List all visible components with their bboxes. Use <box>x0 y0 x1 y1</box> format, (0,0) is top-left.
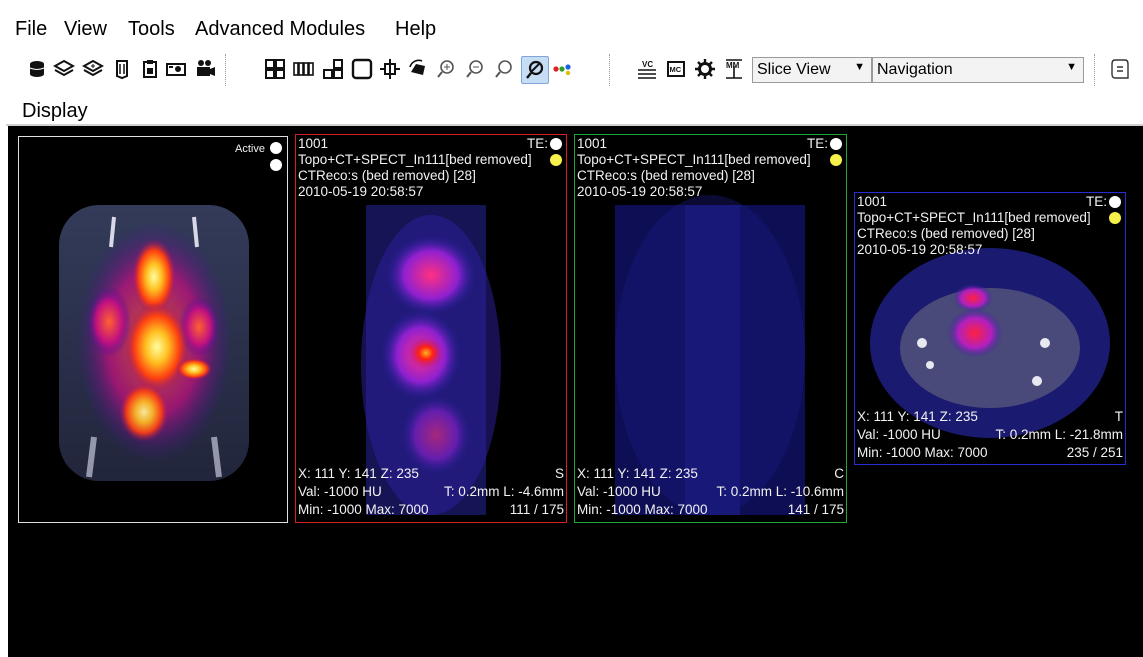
window-minmax: Min: -1000 Max: 7000 <box>857 445 988 460</box>
slice-thickness: T: 0.2mm L: -4.6mm <box>443 484 564 499</box>
mm-measure-icon[interactable]: MM <box>722 57 746 81</box>
navigation-select[interactable]: Navigation ▼ <box>872 57 1084 83</box>
3d-render-panel[interactable]: Active <box>18 136 288 523</box>
visibility-indicator-dot[interactable] <box>550 154 562 166</box>
patient-id: 1001 <box>577 136 608 151</box>
toolbar: VC MC MM Slice View ▼ Navigation ▼ <box>0 48 1143 92</box>
orientation-label: S <box>554 466 564 481</box>
series-name: Topo+CT+SPECT_In111[bed removed] <box>298 152 532 167</box>
reconstruction-name: CTReco:s (bed removed) [28] <box>857 226 1035 241</box>
3d-volume-render <box>59 205 249 481</box>
movie-camera-icon[interactable] <box>193 57 217 81</box>
acquisition-date: 2010-05-19 20:58:57 <box>857 242 983 257</box>
vc-icon[interactable]: VC <box>635 57 659 81</box>
crosshair-icon[interactable] <box>378 57 402 81</box>
slice-thickness: T: 0.2mm L: -21.8mm <box>995 427 1123 442</box>
gear-icon[interactable] <box>693 57 717 81</box>
menu-file[interactable]: File <box>15 18 47 41</box>
series-name: Topo+CT+SPECT_In111[bed removed] <box>857 210 1091 225</box>
te-label: TE: <box>526 136 548 151</box>
reconstruction-name: CTReco:s (bed removed) [28] <box>298 168 476 183</box>
patient-id: 1001 <box>857 194 888 209</box>
transverse-view-panel[interactable]: 1001 TE: Topo+CT+SPECT_In111[bed removed… <box>854 192 1126 465</box>
layout-columns-icon[interactable] <box>292 57 316 81</box>
display-tab-label[interactable]: Display <box>22 100 88 123</box>
body-icon[interactable] <box>110 57 134 81</box>
zoom-tool-icon[interactable] <box>492 57 516 81</box>
layout-mixed-icon[interactable] <box>321 57 345 81</box>
view-mode-value: Slice View <box>757 61 831 78</box>
toolbar-separator <box>1094 54 1095 86</box>
menu-advanced-modules[interactable]: Advanced Modules <box>195 18 365 41</box>
sagittal-view-panel[interactable]: 1001 TE: Topo+CT+SPECT_In111[bed removed… <box>295 134 567 523</box>
te-label: TE: <box>806 136 828 151</box>
layers-icon[interactable] <box>52 57 76 81</box>
svg-text:MC: MC <box>670 65 682 74</box>
te-label: TE: <box>1085 194 1107 209</box>
svg-text:MM: MM <box>726 61 740 70</box>
coronal-view-panel[interactable]: 1001 TE: Topo+CT+SPECT_In111[bed removed… <box>574 134 847 523</box>
view-mode-select[interactable]: Slice View ▼ <box>752 57 872 83</box>
pixel-value: Val: -1000 HU <box>857 427 941 442</box>
navigation-value: Navigation <box>877 61 953 78</box>
script-icon[interactable] <box>1108 57 1132 81</box>
pixel-value: Val: -1000 HU <box>298 484 382 499</box>
acquisition-date: 2010-05-19 20:58:57 <box>577 184 703 199</box>
slice-index: 111 / 175 <box>509 502 564 517</box>
zoom-out-icon[interactable] <box>463 57 487 81</box>
svg-text:VC: VC <box>642 60 653 69</box>
visibility-indicator-dot[interactable] <box>1109 212 1121 224</box>
visibility-indicator-dot[interactable] <box>830 154 842 166</box>
active-indicator-dot[interactable] <box>550 138 562 150</box>
toolbar-separator <box>225 54 226 86</box>
pixel-value: Val: -1000 HU <box>577 484 661 499</box>
cursor-coords: X: 111 Y: 141 Z: 235 <box>857 409 978 424</box>
menu-help[interactable]: Help <box>395 18 436 41</box>
orientation-label: C <box>834 466 844 481</box>
orientation-label: T <box>1114 409 1123 424</box>
chevron-down-icon: ▼ <box>1066 61 1077 73</box>
menu-bar: File View Tools Advanced Modules Help <box>0 14 1143 48</box>
window-minmax: Min: -1000 Max: 7000 <box>577 502 708 517</box>
active-indicator-dot[interactable] <box>1109 196 1121 208</box>
menu-view[interactable]: View <box>64 18 107 41</box>
acquisition-date: 2010-05-19 20:58:57 <box>298 184 424 199</box>
window-minmax: Min: -1000 Max: 7000 <box>298 502 429 517</box>
screenshot-icon[interactable] <box>164 57 188 81</box>
window-level-icon[interactable] <box>521 56 549 84</box>
slice-index: 235 / 251 <box>1066 445 1123 460</box>
slice-thickness: T: 0.2mm L: -10.6mm <box>716 484 844 499</box>
image-viewer-area[interactable]: Active 1001 TE: Topo+CT+SPECT_In111[bed … <box>8 126 1143 657</box>
rotate-3d-icon[interactable] <box>406 57 430 81</box>
chevron-down-icon: ▼ <box>854 61 865 73</box>
layers-add-icon[interactable] <box>81 57 105 81</box>
cursor-coords: X: 111 Y: 141 Z: 235 <box>298 466 419 481</box>
color-channels-icon[interactable] <box>550 57 574 81</box>
menu-tools[interactable]: Tools <box>128 18 175 41</box>
series-name: Topo+CT+SPECT_In111[bed removed] <box>577 152 811 167</box>
layout-2x2-icon[interactable] <box>263 57 287 81</box>
layout-single-icon[interactable] <box>350 57 374 81</box>
database-icon[interactable] <box>25 57 49 81</box>
patient-id: 1001 <box>298 136 329 151</box>
cursor-coords: X: 111 Y: 141 Z: 235 <box>577 466 698 481</box>
clipboard-icon[interactable] <box>138 57 162 81</box>
reconstruction-name: CTReco:s (bed removed) [28] <box>577 168 755 183</box>
slice-index: 141 / 175 <box>787 502 844 517</box>
zoom-in-icon[interactable] <box>434 57 458 81</box>
mc-icon[interactable]: MC <box>664 57 688 81</box>
toolbar-separator <box>609 54 610 86</box>
active-indicator-dot[interactable] <box>830 138 842 150</box>
